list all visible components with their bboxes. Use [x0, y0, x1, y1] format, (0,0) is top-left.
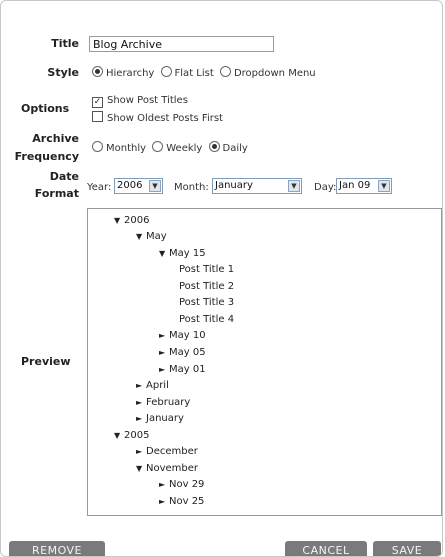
tree-item-2005[interactable]: ▼ 2005 [114, 429, 149, 442]
tree-item-december[interactable]: ► December [136, 445, 198, 458]
tree-item-nov29[interactable]: ► Nov 29 [159, 478, 204, 491]
frequency-radio-group: Monthly Weekly Daily [92, 141, 251, 155]
triangle-right-icon: ► [159, 497, 166, 506]
style-radio-group: Hierarchy Flat List Dropdown Menu [92, 66, 319, 80]
title-label: Title [51, 37, 79, 50]
triangle-down-icon: ▼ [159, 249, 166, 258]
date-format-label-line1: Date [49, 170, 79, 183]
triangle-down-icon: ▼ [136, 464, 143, 473]
tree-item-label: May 05 [169, 347, 206, 358]
post-title-link[interactable]: Post Title 3 [179, 296, 234, 309]
year-select-value: 2006 [117, 180, 143, 191]
triangle-down-icon: ▼ [114, 431, 121, 440]
show-post-titles-label: Show Post Titles [107, 95, 188, 106]
frequency-daily-radio[interactable] [208, 141, 220, 152]
frequency-monthly-label: Monthly [106, 143, 147, 154]
tree-item-label: Post Title 3 [179, 297, 235, 308]
triangle-right-icon: ► [136, 414, 143, 423]
tree-item-nov25[interactable]: ► Nov 25 [159, 495, 204, 508]
style-flat-list-radio[interactable] [160, 66, 172, 77]
show-oldest-first-checkbox[interactable] [92, 111, 103, 122]
chevron-down-icon: ▼ [378, 180, 390, 192]
tree-item-may05[interactable]: ► May 05 [159, 346, 206, 359]
tree-item-label: May [146, 231, 167, 242]
preview-label: Preview [21, 355, 71, 368]
triangle-right-icon: ► [136, 447, 143, 456]
date-format-label-line2: Format [34, 187, 79, 200]
cancel-button[interactable]: CANCEL [285, 541, 367, 556]
archive-preview: ▼ 2006 ▼ May ▼ May 15 Post Title 1 Post Tit… [87, 208, 442, 516]
style-hierarchy-radio[interactable] [92, 66, 103, 77]
month-select-value: January [215, 180, 253, 191]
frequency-daily-label: Daily [222, 143, 248, 154]
tree-item-label: November [146, 463, 199, 474]
day-label: Day: [314, 182, 337, 193]
frequency-label-line1: Archive [32, 132, 79, 145]
tree-item-label: Nov 29 [169, 479, 205, 490]
save-button[interactable]: SAVE [373, 541, 441, 556]
year-label: Year: [87, 182, 112, 193]
triangle-right-icon: ► [136, 381, 143, 390]
chevron-down-icon: ▼ [288, 180, 300, 192]
frequency-monthly-radio[interactable] [92, 141, 103, 152]
triangle-right-icon: ► [159, 348, 166, 357]
style-hierarchy-label: Hierarchy [106, 68, 155, 79]
style-label: Style [47, 66, 79, 79]
remove-button[interactable]: REMOVE [9, 541, 105, 556]
tree-item-may[interactable]: ▼ May [136, 230, 167, 243]
tree-item-may01[interactable]: ► May 01 [159, 363, 206, 376]
show-post-titles-checkbox[interactable]: ✓ [92, 97, 103, 108]
tree-item-label: April [146, 380, 169, 391]
tree-item-label: Post Title 1 [179, 264, 235, 275]
post-title-link[interactable]: Post Title 1 [179, 263, 234, 276]
tree-item-label: Nov 25 [169, 496, 205, 507]
tree-item-february[interactable]: ► February [136, 396, 190, 409]
style-flat-list-label: Flat List [174, 68, 214, 79]
option-show-oldest-first: Show Oldest Posts First [92, 111, 223, 125]
triangle-right-icon: ► [159, 331, 166, 340]
day-select-value: Jan 09 [339, 180, 371, 191]
tree-item-label: January [146, 413, 184, 424]
frequency-label-line2: Frequency [14, 150, 79, 163]
style-dropdown-menu-label: Dropdown Menu [233, 68, 316, 79]
post-title-link[interactable]: Post Title 4 [179, 313, 234, 326]
tree-item-may10[interactable]: ► May 10 [159, 329, 206, 342]
tree-item-2006[interactable]: ▼ 2006 [114, 214, 149, 227]
style-dropdown-menu-radio[interactable] [219, 66, 231, 77]
tree-item-label: May 01 [169, 364, 206, 375]
tree-item-label: 2006 [124, 215, 150, 226]
triangle-down-icon: ▼ [136, 232, 143, 241]
triangle-right-icon: ► [159, 365, 166, 374]
show-oldest-first-label: Show Oldest Posts First [107, 113, 223, 124]
frequency-weekly-label: Weekly [166, 143, 203, 154]
frequency-weekly-radio[interactable] [152, 141, 164, 152]
month-label: Month: [174, 182, 209, 193]
post-title-link[interactable]: Post Title 2 [179, 280, 234, 293]
tree-item-label: February [146, 397, 191, 408]
options-label: Options [21, 102, 70, 115]
triangle-right-icon: ► [136, 398, 143, 407]
tree-item-label: December [146, 446, 198, 457]
tree-item-label: Post Title 2 [179, 281, 235, 292]
tree-item-label: May 15 [169, 248, 206, 259]
chevron-down-icon: ▼ [149, 180, 161, 192]
day-select[interactable]: Jan 09 ▼ [336, 178, 392, 194]
triangle-right-icon: ► [159, 480, 166, 489]
tree-item-label: Post Title 4 [179, 314, 235, 325]
month-select[interactable]: January ▼ [212, 178, 302, 194]
archive-settings-panel: Title Style Hierarchy Flat List Dropdown… [0, 0, 443, 557]
year-select[interactable]: 2006 ▼ [114, 178, 163, 194]
triangle-down-icon: ▼ [114, 216, 121, 225]
tree-item-label: May 10 [169, 330, 206, 341]
title-input[interactable] [89, 36, 274, 52]
tree-item-january[interactable]: ► January [136, 412, 184, 425]
option-show-post-titles: ✓ Show Post Titles [92, 94, 188, 108]
tree-item-label: 2005 [124, 430, 150, 441]
tree-item-may15[interactable]: ▼ May 15 [159, 247, 206, 260]
tree-item-april[interactable]: ► April [136, 379, 169, 392]
tree-item-november[interactable]: ▼ November [136, 462, 198, 475]
